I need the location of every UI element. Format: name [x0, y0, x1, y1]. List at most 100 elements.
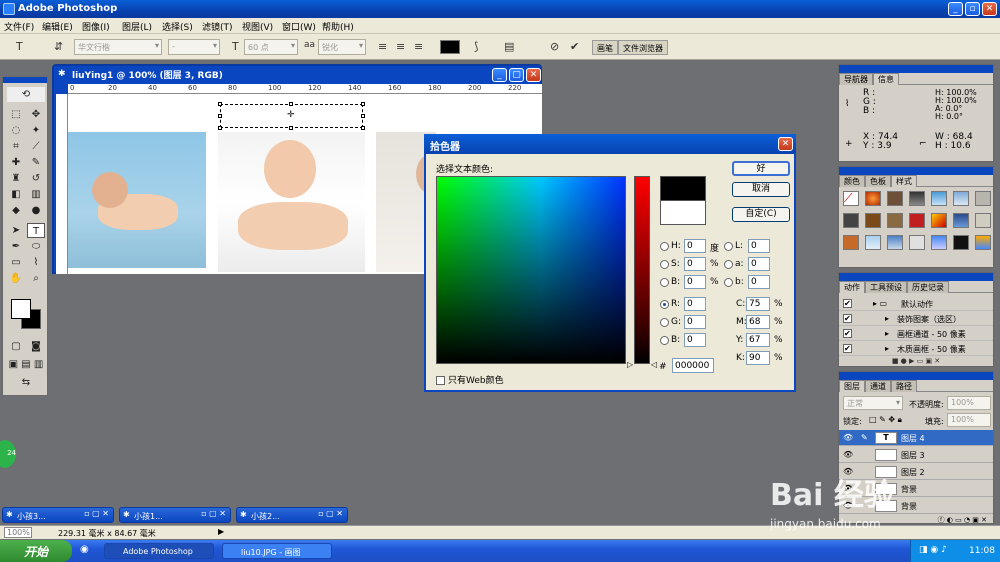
visibility-eye-icon[interactable]: 👁︎: [843, 433, 853, 442]
palette-header[interactable]: [839, 273, 993, 281]
eyedropper-icon[interactable]: ⌇: [27, 255, 45, 270]
style-swatch[interactable]: [887, 213, 903, 228]
palettes-toggle-icon[interactable]: ▤: [504, 40, 514, 53]
menu-view[interactable]: 视图(V): [242, 20, 273, 33]
text-color-swatch[interactable]: [440, 40, 460, 54]
photoshop-logo-icon[interactable]: ⟲: [7, 87, 45, 102]
brush-tool-icon[interactable]: ✎: [27, 155, 45, 170]
toolbox-header[interactable]: [3, 77, 47, 83]
green-input[interactable]: 0: [684, 315, 706, 329]
green-radio[interactable]: [660, 318, 669, 327]
font-style-select[interactable]: - ▾: [168, 39, 220, 55]
picker-close-icon[interactable]: ✕: [778, 137, 793, 151]
style-swatch[interactable]: [975, 191, 991, 206]
visibility-eye-icon[interactable]: 👁︎: [843, 450, 853, 459]
color-field[interactable]: [436, 176, 626, 364]
menu-select[interactable]: 选择(S): [162, 20, 193, 33]
tab-layers[interactable]: 图层: [839, 380, 865, 392]
style-swatch[interactable]: [931, 191, 947, 206]
red-input[interactable]: 0: [684, 297, 706, 311]
brightness-input[interactable]: 0: [684, 275, 706, 289]
minimize-icon[interactable]: _: [948, 2, 963, 16]
jump-to-imageready-icon[interactable]: ⇆: [7, 375, 45, 390]
style-swatch[interactable]: [843, 235, 859, 250]
lab-b-input[interactable]: 0: [748, 275, 770, 289]
yellow-input[interactable]: 67: [746, 333, 770, 347]
doc-maximize-icon[interactable]: ▢: [509, 68, 524, 82]
resize-handle[interactable]: [361, 126, 365, 130]
notes-tool-icon[interactable]: ▭: [7, 255, 25, 270]
palette-header[interactable]: [839, 65, 993, 73]
action-set[interactable]: ✔ ▸ ▭ 默认动作: [839, 297, 993, 311]
lasso-tool-icon[interactable]: ◌: [7, 123, 25, 138]
tab-navigator[interactable]: 导航器: [839, 73, 873, 85]
tab-info[interactable]: 信息: [873, 73, 899, 85]
warp-text-icon[interactable]: ⟆: [474, 40, 478, 53]
eraser-tool-icon[interactable]: ◧: [7, 187, 25, 202]
custom-button[interactable]: 自定(C): [732, 207, 790, 222]
tab-history[interactable]: 历史记录: [907, 281, 949, 293]
layer-row[interactable]: 👁︎ ✎ T 图层 4: [839, 430, 993, 446]
palette-well-file-browser[interactable]: 文件浏览器: [618, 40, 668, 55]
text-orientation-icon[interactable]: ⇵: [54, 40, 63, 53]
magic-wand-icon[interactable]: ✦: [27, 123, 45, 138]
palette-header[interactable]: [839, 372, 993, 380]
style-swatch[interactable]: [975, 213, 991, 228]
menu-layer[interactable]: 图层(L): [122, 20, 152, 33]
pen-tool-icon[interactable]: ✒: [7, 239, 25, 254]
align-right-icon[interactable]: ≡: [414, 40, 423, 53]
align-center-icon[interactable]: ≡: [396, 40, 405, 53]
style-swatch[interactable]: [931, 235, 947, 250]
taskbar-item-paint[interactable]: liu10.JPG - 画图: [222, 543, 332, 559]
style-swatch[interactable]: [865, 213, 881, 228]
zoom-tool-icon[interactable]: ⌕: [27, 271, 45, 286]
menu-edit[interactable]: 编辑(E): [42, 20, 73, 33]
checkbox-box[interactable]: [436, 376, 445, 385]
ok-button[interactable]: 好: [732, 161, 790, 176]
doc-minimize-icon[interactable]: _: [492, 68, 507, 82]
taskbar-item-photoshop[interactable]: Adobe Photoshop: [104, 543, 214, 559]
hand-tool-icon[interactable]: ✋: [7, 271, 25, 286]
move-tool-icon[interactable]: ✥: [27, 107, 45, 122]
lab-b-radio[interactable]: [724, 278, 733, 287]
healing-brush-icon[interactable]: ✚: [7, 155, 25, 170]
style-swatch[interactable]: [931, 213, 947, 228]
expand-arrow-icon[interactable]: ▸: [885, 329, 889, 338]
resize-handle[interactable]: [361, 102, 365, 106]
hue-slider-left-handle-icon[interactable]: ▷: [627, 360, 633, 369]
brightness-radio[interactable]: [660, 278, 669, 287]
marquee-tool-icon[interactable]: ⬚: [7, 107, 25, 122]
tab-color[interactable]: 颜色: [839, 175, 865, 187]
zoom-input[interactable]: 100%: [4, 527, 32, 538]
style-swatch[interactable]: [887, 235, 903, 250]
dodge-tool-icon[interactable]: ●: [27, 203, 45, 218]
minimized-doc[interactable]: ✱ 小孩2... ▫ ▢ ✕: [236, 507, 348, 523]
minimized-doc[interactable]: ✱ 小孩3... ▫ ▢ ✕: [2, 507, 114, 523]
menu-help[interactable]: 帮助(H): [322, 20, 354, 33]
minimized-doc[interactable]: ✱ 小孩1... ▫ ▢ ✕: [119, 507, 231, 523]
style-swatch[interactable]: [953, 213, 969, 228]
type-tool-icon[interactable]: T: [16, 40, 23, 53]
tab-styles[interactable]: 样式: [891, 175, 917, 187]
style-none[interactable]: ⟋: [843, 191, 859, 206]
standard-mode-icon[interactable]: ▢: [7, 339, 25, 354]
cancel-button[interactable]: 取消: [732, 182, 790, 197]
action-toggle-checkbox[interactable]: ✔: [843, 314, 852, 323]
layer-row[interactable]: 👁︎ 图层 3: [839, 447, 993, 463]
blue-input[interactable]: 0: [684, 333, 706, 347]
hue-input[interactable]: 0: [684, 239, 706, 253]
fill-input[interactable]: 100%: [947, 413, 991, 427]
lab-l-radio[interactable]: [724, 242, 733, 251]
cyan-input[interactable]: 75: [746, 297, 770, 311]
type-tool-active-icon[interactable]: T: [27, 223, 45, 238]
text-selection-box[interactable]: ✛: [218, 102, 365, 130]
blur-tool-icon[interactable]: ◆: [7, 203, 25, 218]
hex-input[interactable]: 000000: [672, 358, 714, 373]
web-colors-only-checkbox[interactable]: 只有Web颜色: [436, 373, 504, 386]
tab-swatches[interactable]: 色板: [865, 175, 891, 187]
restore-icon[interactable]: ▫: [965, 2, 980, 16]
menu-window[interactable]: 窗口(W): [282, 20, 316, 33]
path-select-icon[interactable]: ➤: [7, 223, 25, 238]
style-swatch[interactable]: [909, 191, 925, 206]
hue-slider[interactable]: [634, 176, 650, 364]
